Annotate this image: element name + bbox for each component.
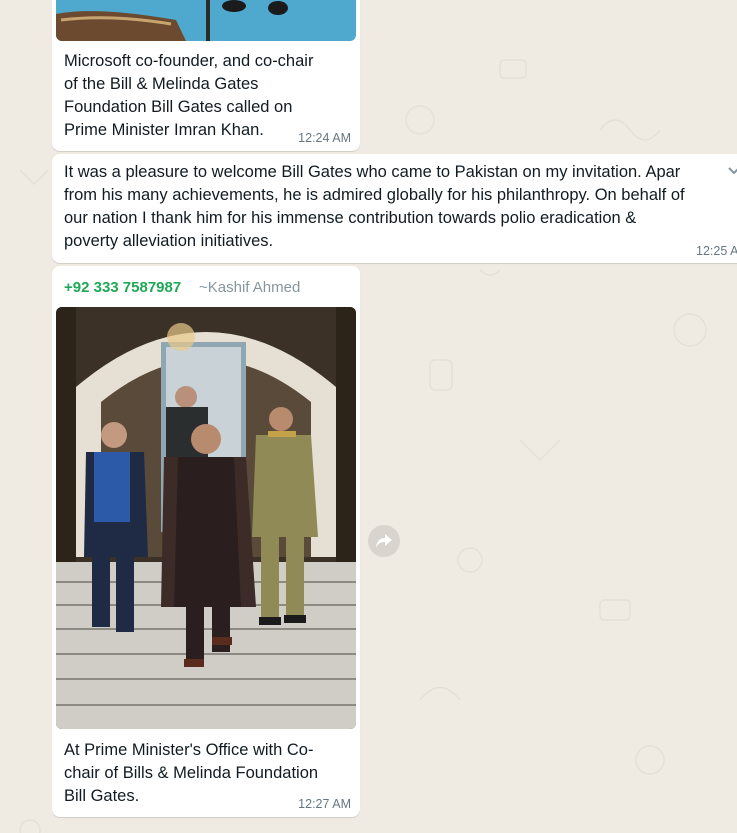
caption-line: Foundation Bill Gates called on xyxy=(64,98,293,116)
message-time: 12:25 A xyxy=(696,244,737,258)
photo-thumbnail xyxy=(56,0,356,41)
message-text-line: our nation I thank him for his immense c… xyxy=(64,209,637,227)
sender-phone[interactable]: +92 333 7587987 xyxy=(64,279,181,296)
message-bubble-3[interactable]: +92 333 7587987 ~Kashif Ahmed At Prime M… xyxy=(52,266,360,817)
message-bubble-2[interactable]: It was a pleasure to welcome Bill Gates … xyxy=(52,154,737,263)
message-photo-3[interactable] xyxy=(56,307,356,729)
message-text-line: poverty alleviation initiatives. xyxy=(64,232,274,250)
message-photo-1[interactable] xyxy=(56,0,356,41)
photo-image xyxy=(56,307,356,729)
message-time: 12:24 AM xyxy=(298,131,351,145)
sender-alias: ~Kashif Ahmed xyxy=(199,279,301,296)
caption-line: Microsoft co-founder, and co-chair xyxy=(64,52,314,70)
chevron-down-icon[interactable] xyxy=(728,166,737,176)
caption-line: At Prime Minister's Office with Co- xyxy=(64,741,314,759)
caption-line: of the Bill & Melinda Gates xyxy=(64,75,259,93)
message-text-line: from his many achievements, he is admire… xyxy=(64,186,685,204)
caption-line: chair of Bills & Melinda Foundation xyxy=(64,764,319,782)
message-time: 12:27 AM xyxy=(298,797,351,811)
forward-button[interactable] xyxy=(368,525,400,557)
message-bubble-1[interactable]: Microsoft co-founder, and co-chair of th… xyxy=(52,0,360,151)
forward-arrow-icon xyxy=(376,534,392,548)
message-text-line: It was a pleasure to welcome Bill Gates … xyxy=(64,163,681,181)
